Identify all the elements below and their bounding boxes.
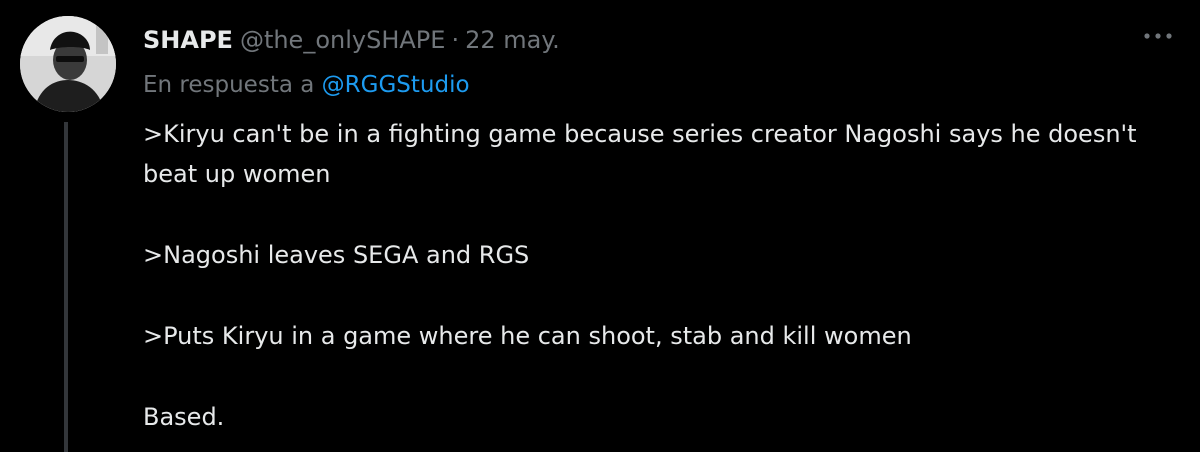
display-name[interactable]: SHAPE bbox=[143, 22, 233, 58]
tweet-paragraph: >Nagoshi leaves SEGA and RGS bbox=[143, 241, 530, 269]
reply-prefix: En respuesta a bbox=[143, 72, 315, 98]
tweet-paragraph: >Kiryu can't be in a fighting game becau… bbox=[143, 120, 1137, 188]
reply-to-link[interactable]: @RGGStudio bbox=[322, 72, 470, 98]
tweet-date[interactable]: 22 may. bbox=[465, 22, 560, 58]
tweet[interactable]: SHAPE @the_onlySHAPE · 22 may. En respue… bbox=[0, 0, 1200, 452]
avatar-photo-icon bbox=[20, 16, 116, 112]
more-horizontal-icon bbox=[1144, 33, 1172, 39]
user-handle[interactable]: @the_onlySHAPE bbox=[240, 22, 446, 58]
tweet-paragraph: >Puts Kiryu in a game where he can shoot… bbox=[143, 322, 912, 350]
avatar[interactable] bbox=[20, 16, 116, 112]
tweet-paragraph: Based. bbox=[143, 403, 225, 431]
tweet-text: >Kiryu can't be in a fighting game becau… bbox=[143, 114, 1153, 437]
tweet-content: SHAPE @the_onlySHAPE · 22 may. En respue… bbox=[143, 22, 1153, 437]
separator-dot: · bbox=[451, 26, 460, 54]
more-options-button[interactable] bbox=[1138, 20, 1178, 52]
thread-line bbox=[64, 122, 68, 452]
tweet-header: SHAPE @the_onlySHAPE · 22 may. bbox=[143, 22, 1153, 58]
reply-context: En respuesta a @RGGStudio bbox=[143, 67, 1153, 103]
